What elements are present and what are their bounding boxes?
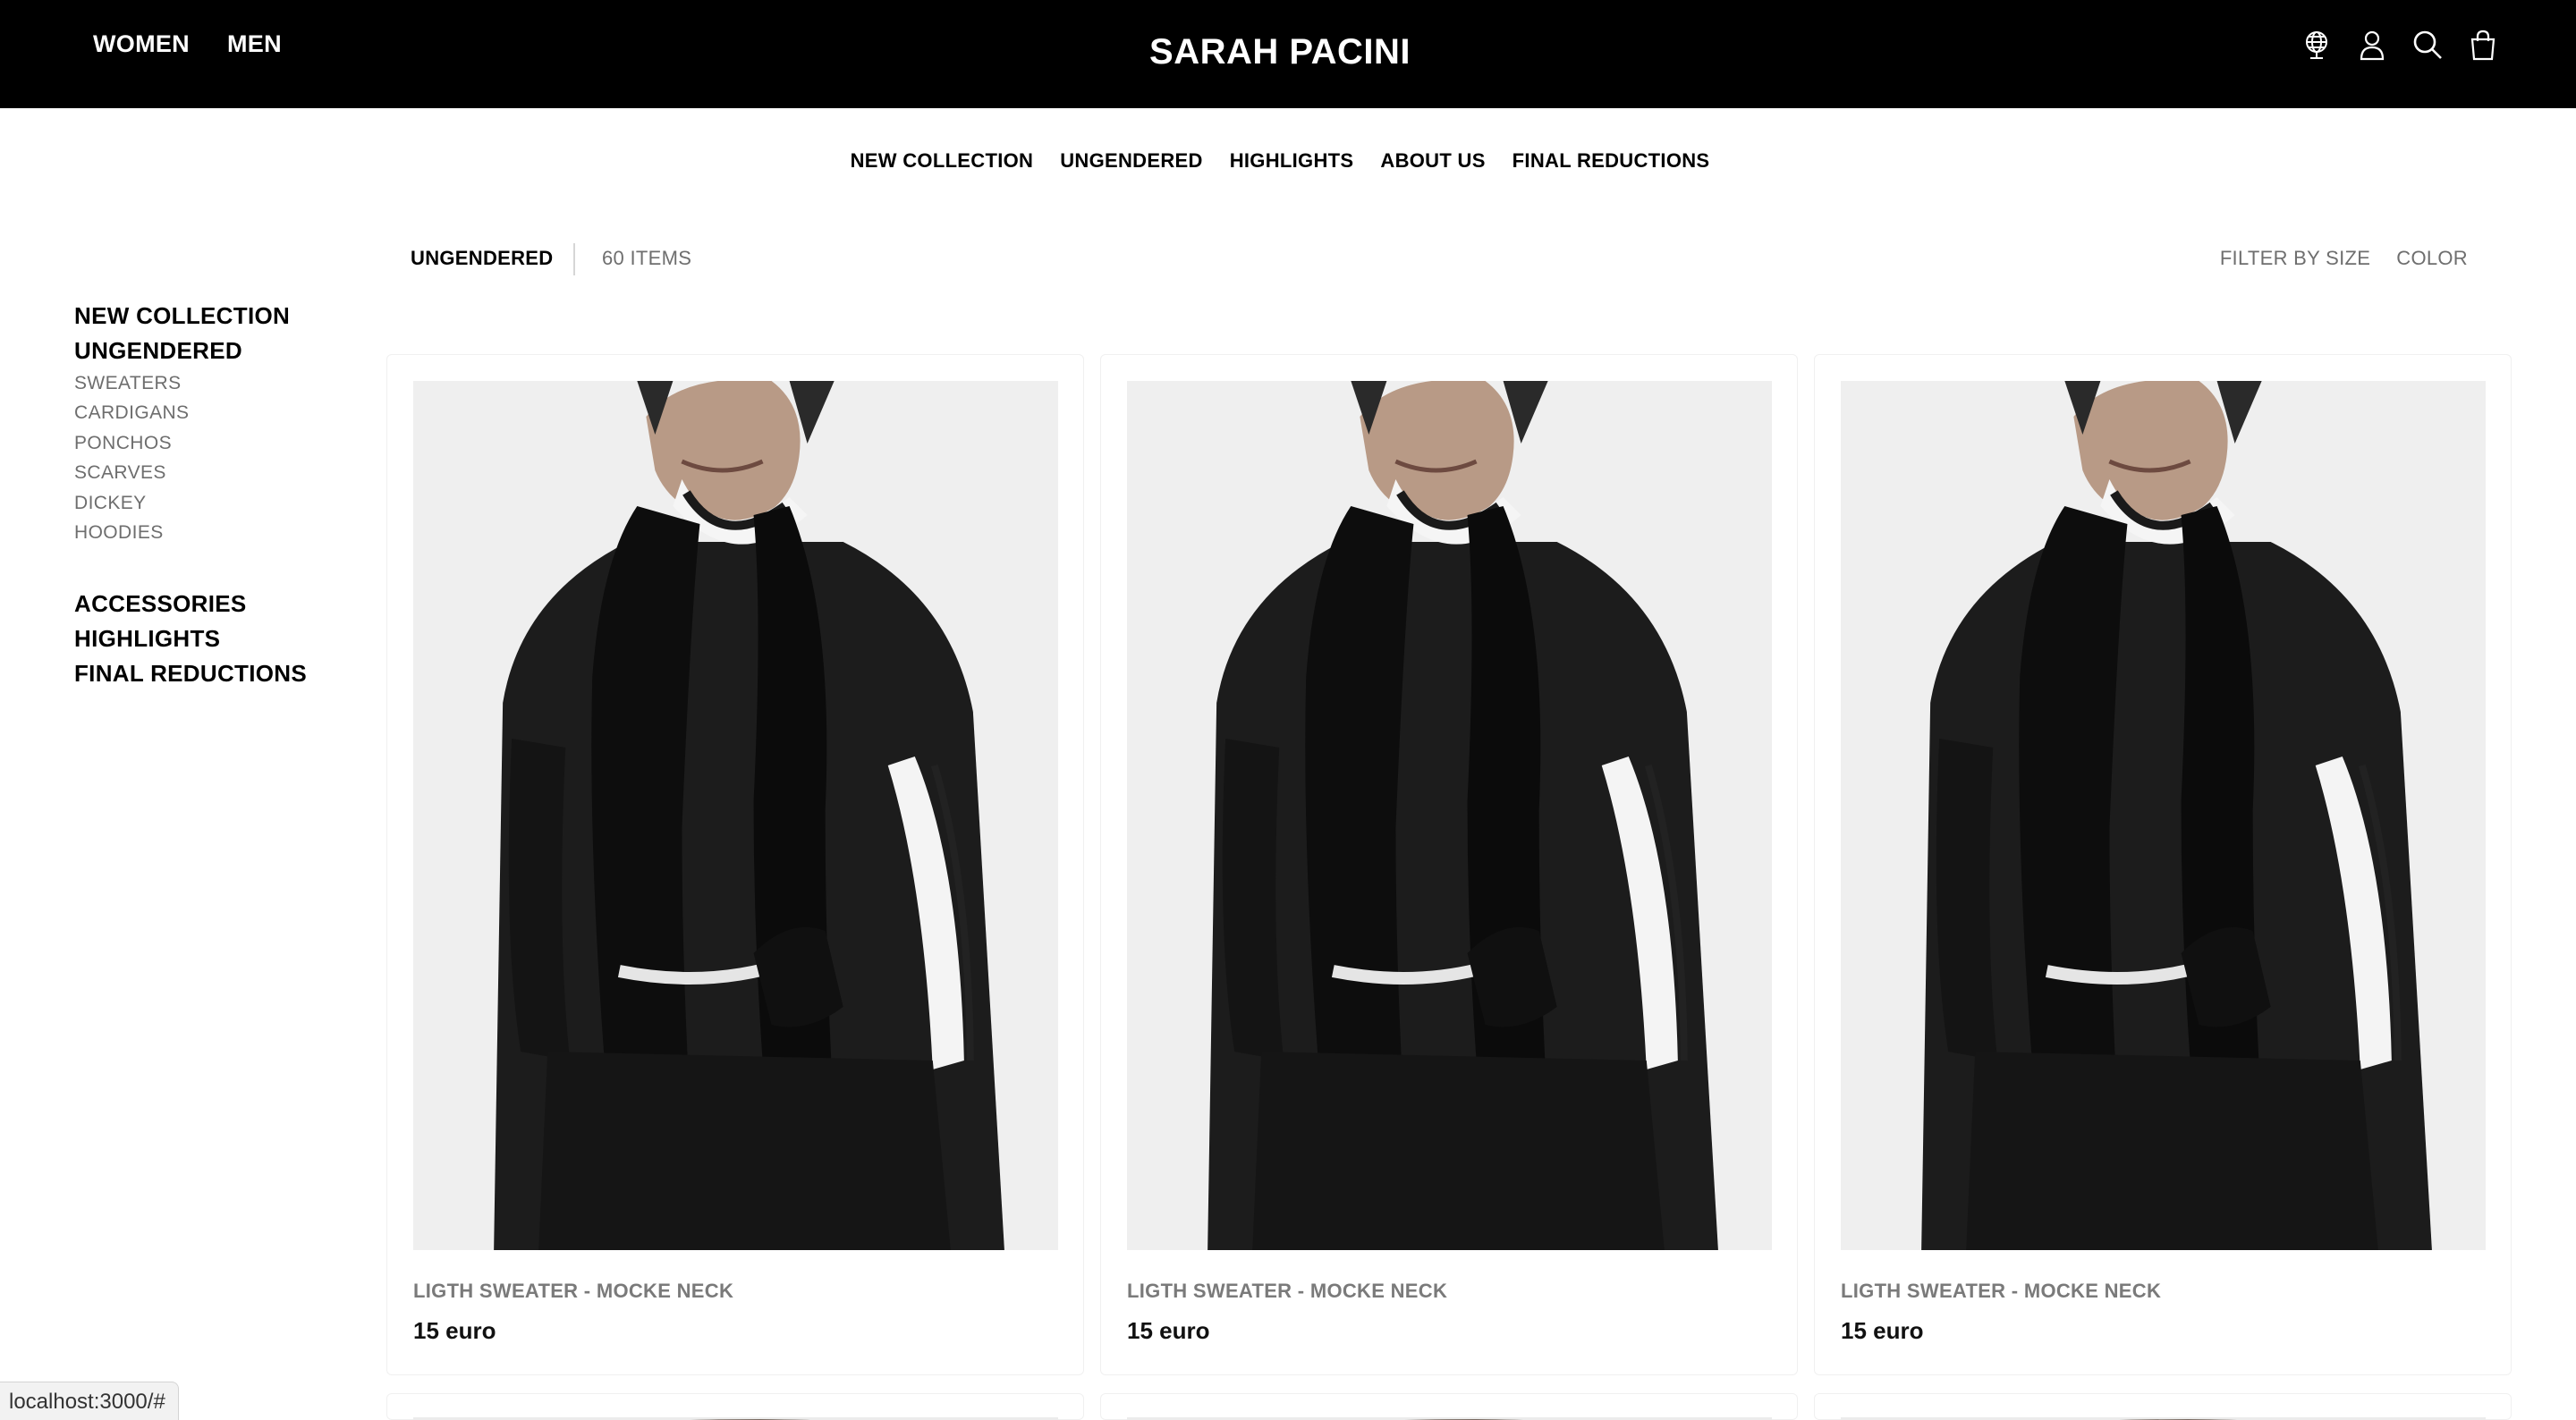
product-price: 15 euro: [1841, 1317, 1924, 1344]
category-nav: NEW COLLECTION UNGENDERED HIGHLIGHTS ABO…: [0, 149, 2560, 173]
sidebar-item-sweaters[interactable]: SWEATERS: [74, 368, 360, 398]
product-name[interactable]: LIGTH SWEATER - MOCKE NECK: [1127, 1280, 1447, 1303]
sidebar-accessories[interactable]: ACCESSORIES: [74, 587, 360, 621]
product-card-partial[interactable]: [1814, 1393, 2512, 1420]
sidebar-item-scarves[interactable]: SCARVES: [74, 458, 360, 487]
filter-color-button[interactable]: COLOR: [2396, 247, 2468, 270]
sidebar: NEW COLLECTION UNGENDERED SWEATERS CARDI…: [74, 299, 360, 691]
sidebar-item-ponchos[interactable]: PONCHOS: [74, 428, 360, 458]
listing-toolbar: UNGENDERED 60 ITEMS FILTER BY SIZE COLOR: [411, 243, 2468, 275]
globe-icon[interactable]: [2301, 27, 2333, 63]
product-card[interactable]: LIGTH SWEATER - MOCKE NECK 15 euro: [1814, 354, 2512, 1375]
product-image[interactable]: [1841, 381, 2486, 1250]
sidebar-item-cardigans[interactable]: CARDIGANS: [74, 398, 360, 427]
filter-by-size-button[interactable]: FILTER BY SIZE: [2220, 247, 2370, 270]
sidebar-subcategories: SWEATERS CARDIGANS PONCHOS SCARVES DICKE…: [74, 368, 360, 547]
browser-status-bar: localhost:3000/#: [0, 1382, 179, 1420]
nav-final-reductions[interactable]: FINAL REDUCTIONS: [1513, 149, 1710, 173]
bag-icon[interactable]: [2467, 27, 2499, 63]
brand-logo[interactable]: SARAH PACINI: [0, 32, 2560, 72]
sidebar-final-reductions[interactable]: FINAL REDUCTIONS: [74, 656, 360, 691]
product-price: 15 euro: [413, 1317, 496, 1344]
product-image[interactable]: [413, 381, 1058, 1250]
nav-highlights[interactable]: HIGHLIGHTS: [1230, 149, 1354, 173]
sidebar-highlights[interactable]: HIGHLIGHTS: [74, 621, 360, 656]
product-name[interactable]: LIGTH SWEATER - MOCKE NECK: [413, 1280, 733, 1303]
toolbar-divider: [573, 243, 575, 275]
header-icons: [2301, 27, 2499, 63]
nav-ungendered[interactable]: UNGENDERED: [1060, 149, 1202, 173]
current-category: UNGENDERED: [411, 247, 554, 269]
sidebar-item-hoodies[interactable]: HOODIES: [74, 518, 360, 547]
top-header: WOMEN MEN SARAH PACINI: [0, 0, 2576, 108]
product-image[interactable]: [1127, 381, 1772, 1250]
sidebar-item-dickey[interactable]: DICKEY: [74, 488, 360, 518]
product-card-partial[interactable]: [1100, 1393, 1798, 1420]
item-count: 60 ITEMS: [602, 247, 692, 269]
search-icon[interactable]: [2411, 27, 2444, 63]
product-price: 15 euro: [1127, 1317, 1210, 1344]
product-card[interactable]: LIGTH SWEATER - MOCKE NECK 15 euro: [1100, 354, 1798, 1375]
product-card-partial[interactable]: [386, 1393, 1084, 1420]
sidebar-new-collection[interactable]: NEW COLLECTION: [74, 299, 360, 334]
nav-new-collection[interactable]: NEW COLLECTION: [851, 149, 1034, 173]
sidebar-ungendered[interactable]: UNGENDERED: [74, 334, 360, 368]
product-card[interactable]: LIGTH SWEATER - MOCKE NECK 15 euro: [386, 354, 1084, 1375]
product-name[interactable]: LIGTH SWEATER - MOCKE NECK: [1841, 1280, 2161, 1303]
user-icon[interactable]: [2356, 27, 2388, 63]
nav-about-us[interactable]: ABOUT US: [1380, 149, 1485, 173]
filters: FILTER BY SIZE COLOR: [2220, 247, 2468, 270]
